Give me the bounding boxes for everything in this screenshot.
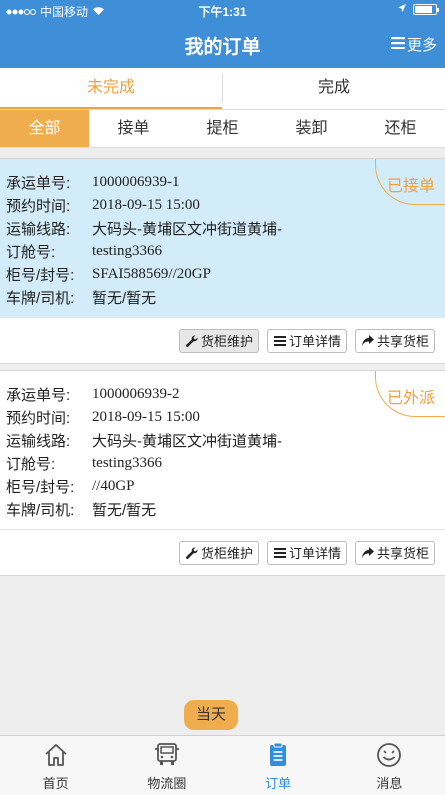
- clipboard-icon: [270, 742, 287, 766]
- booking-value: testing3366: [92, 243, 162, 259]
- booking-value: testing3366: [92, 455, 162, 471]
- order-card[interactable]: 已外派 承运单号: 1000006939-2 预约时间: 2018-09-15 15…: [0, 370, 445, 576]
- tab-home[interactable]: 首页: [0, 736, 111, 795]
- field-label: 预约时间:: [6, 198, 71, 215]
- share-label: 共享货柜: [376, 546, 429, 561]
- container-value: SFAI588569//20GP: [92, 266, 211, 282]
- share-container-button[interactable]: 共享货柜: [354, 540, 435, 565]
- order-no-row: 承运单号: 1000006939-2: [6, 383, 439, 406]
- order-detail-button[interactable]: 订单详情: [266, 540, 347, 565]
- container-row: 柜号/封号: SFAI588569//20GP: [6, 263, 439, 286]
- field-label: 承运单号:: [6, 175, 71, 192]
- tab-accepted[interactable]: 接单: [89, 110, 178, 147]
- route-value: 大码头-黄埔区文冲街道黄埔-: [92, 221, 282, 238]
- plate-driver-row: 车牌/司机: 暂无/暂无: [6, 286, 439, 309]
- field-label: 柜号/封号:: [6, 479, 75, 496]
- field-label: 柜号/封号:: [6, 267, 75, 284]
- share-icon: [361, 546, 374, 558]
- more-button[interactable]: 更多: [390, 34, 437, 55]
- wrench-icon: [185, 546, 198, 559]
- bottom-tab-bar: 首页 物流圈 订单 消息: [0, 735, 445, 795]
- route-row: 运输线路: 大码头-黄埔区文冲街道黄埔-: [6, 217, 439, 240]
- share-icon: [361, 334, 374, 346]
- order-no-value: 1000006939-2: [92, 386, 180, 402]
- tab-messages-label: 消息: [376, 776, 403, 791]
- field-label: 承运单号:: [6, 387, 71, 404]
- field-label: 运输线路:: [6, 221, 71, 238]
- appointment-row: 预约时间: 2018-09-15 15:00: [6, 406, 439, 429]
- order-no-value: 1000006939-1: [92, 174, 180, 190]
- tab-orders-label: 订单: [265, 776, 292, 791]
- booking-row: 订舱号: testing3366: [6, 452, 439, 475]
- plate-driver-row: 车牌/司机: 暂无/暂无: [6, 498, 439, 521]
- tab-orders[interactable]: 订单: [223, 736, 334, 795]
- battery-icon: [413, 3, 439, 15]
- plate-driver-value: 暂无/暂无: [92, 290, 157, 307]
- field-label: 订舱号:: [6, 244, 56, 261]
- segment-incomplete[interactable]: 未完成: [0, 68, 222, 109]
- tab-all[interactable]: 全部: [0, 110, 89, 147]
- location-icon: [397, 2, 407, 16]
- home-icon: [45, 744, 67, 766]
- share-label: 共享货柜: [376, 334, 429, 349]
- status-segment: 未完成 完成: [0, 68, 445, 110]
- order-info: 已外派 承运单号: 1000006939-2 预约时间: 2018-09-15 15…: [0, 371, 445, 529]
- container-value: //40GP: [92, 478, 135, 494]
- container-row: 柜号/封号: //40GP: [6, 475, 439, 498]
- page-title: 我的订单: [184, 37, 261, 58]
- booking-row: 订舱号: testing3366: [6, 240, 439, 263]
- appointment-row: 预约时间: 2018-09-15 15:00: [6, 194, 439, 217]
- appointment-value: 2018-09-15 15:00: [92, 197, 200, 213]
- category-tabs: 全部 接单 提柜 装卸 还柜: [0, 110, 445, 148]
- list-icon: [273, 335, 286, 346]
- appointment-value: 2018-09-15 15:00: [92, 409, 200, 425]
- nav-bar: 我的订单 更多: [0, 20, 445, 68]
- tab-home-label: 首页: [42, 776, 69, 791]
- detail-label: 订单详情: [288, 334, 341, 349]
- route-row: 运输线路: 大码头-黄埔区文冲街道黄埔-: [6, 429, 439, 452]
- detail-label: 订单详情: [288, 546, 341, 561]
- order-actions: 货柜维护 订单详情 共享货柜: [0, 529, 445, 575]
- segment-complete[interactable]: 完成: [223, 68, 445, 109]
- field-label: 运输线路:: [6, 433, 71, 450]
- tab-messages[interactable]: 消息: [334, 736, 445, 795]
- field-label: 订舱号:: [6, 456, 56, 473]
- tab-logistics[interactable]: 物流圈: [111, 736, 222, 795]
- order-card[interactable]: 已接单 承运单号: 1000006939-1 预约时间: 2018-09-15 15…: [0, 158, 445, 364]
- field-label: 车牌/司机:: [6, 502, 75, 519]
- maintain-container-button[interactable]: 货柜维护: [178, 328, 259, 353]
- status-bar: 中国移动 下午1:31: [0, 0, 445, 20]
- smiley-icon: [377, 743, 402, 767]
- order-info: 已接单 承运单号: 1000006939-1 预约时间: 2018-09-15 15…: [0, 159, 445, 317]
- maintain-container-button[interactable]: 货柜维护: [178, 540, 259, 565]
- field-label: 车牌/司机:: [6, 290, 75, 307]
- status-time: 下午1:31: [198, 5, 247, 19]
- field-label: 预约时间:: [6, 410, 71, 427]
- more-label: 更多: [406, 37, 437, 54]
- menu-icon: [390, 36, 405, 53]
- order-no-row: 承运单号: 1000006939-1: [6, 171, 439, 194]
- tab-return[interactable]: 还柜: [356, 110, 445, 147]
- maintain-label: 货柜维护: [200, 546, 253, 561]
- truck-icon: [154, 743, 179, 765]
- tab-loading[interactable]: 装卸: [267, 110, 356, 147]
- status-right: [397, 2, 439, 16]
- share-container-button[interactable]: 共享货柜: [354, 328, 435, 353]
- tab-logistics-label: 物流圈: [147, 776, 187, 791]
- route-value: 大码头-黄埔区文冲街道黄埔-: [92, 433, 282, 450]
- list-icon: [273, 547, 286, 558]
- wrench-icon: [185, 334, 198, 347]
- tab-pickup[interactable]: 提柜: [178, 110, 267, 147]
- maintain-label: 货柜维护: [200, 334, 253, 349]
- order-detail-button[interactable]: 订单详情: [266, 328, 347, 353]
- order-actions: 货柜维护 订单详情 共享货柜: [0, 317, 445, 363]
- plate-driver-value: 暂无/暂无: [92, 502, 157, 519]
- today-button[interactable]: 当天: [184, 700, 238, 730]
